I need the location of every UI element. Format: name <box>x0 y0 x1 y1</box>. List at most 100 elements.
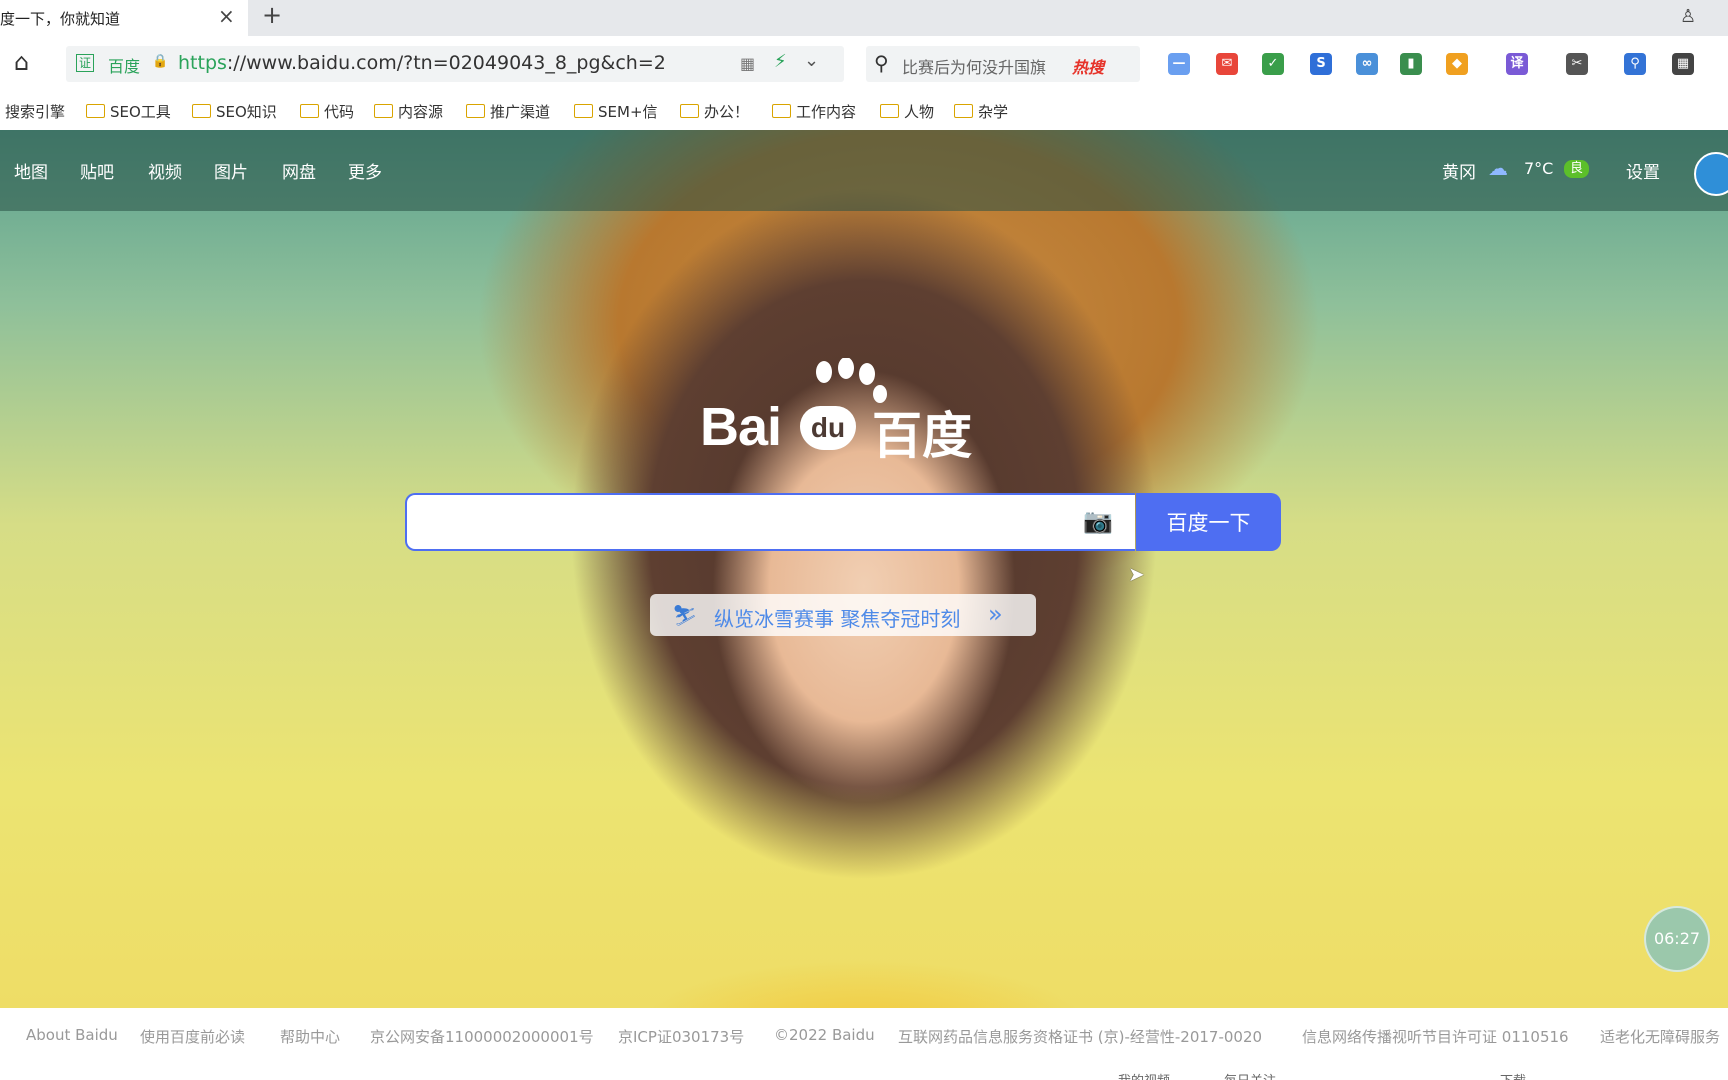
folder-icon <box>374 104 393 118</box>
bookmark-label: 工作内容 <box>796 103 857 121</box>
new-tab-button[interactable]: + <box>262 1 282 29</box>
avatar[interactable] <box>1694 152 1728 196</box>
folder-icon <box>86 104 105 118</box>
footer-link[interactable]: About Baidu <box>26 1026 118 1044</box>
cert-name: 百度 <box>108 57 141 76</box>
sogou-icon[interactable]: S <box>1310 53 1332 75</box>
promo-text: 纵览冰雪赛事 聚焦夺冠时刻 <box>714 607 961 631</box>
timer-badge[interactable]: 06:27 <box>1644 906 1710 972</box>
bookmark-label: SEO工具 <box>110 103 171 121</box>
cloud-icon: ☁ <box>1488 156 1508 180</box>
footer-link[interactable]: 使用百度前必读 <box>140 1026 245 1047</box>
link-icon[interactable]: ∞ <box>1356 53 1378 75</box>
nav-link[interactable]: 贴吧 <box>80 158 114 183</box>
status-item[interactable]: 每日关注 <box>1224 1070 1276 1080</box>
home-icon[interactable]: ⌂ <box>14 48 29 76</box>
message-icon[interactable]: ✉ <box>1216 53 1238 75</box>
logo-latin: Bai <box>700 397 782 457</box>
footer-link[interactable]: 适老化无障碍服务 <box>1600 1026 1720 1047</box>
nav-link[interactable]: 网盘 <box>282 158 316 183</box>
bookmark-label: 人物 <box>904 103 935 121</box>
bookmark-folder[interactable]: 代码 <box>300 101 354 122</box>
bookmark-folder[interactable]: 推广渠道 <box>466 101 550 122</box>
search-input[interactable] <box>405 493 1135 551</box>
bookmark-label: SEO知识 <box>216 103 277 121</box>
url-scheme: https <box>178 52 227 74</box>
folder-icon <box>300 104 319 118</box>
bookmark-label: 内容源 <box>398 103 444 121</box>
browser-tab[interactable]: 度一下，你就知道 × <box>0 0 248 36</box>
bookmark-label: 杂学 <box>978 103 1009 121</box>
logo-du: du <box>800 406 856 450</box>
bookmark-folder[interactable]: 内容源 <box>374 101 443 122</box>
chevron-right-icon: » <box>988 600 1003 628</box>
weather-city[interactable]: 黄冈 <box>1442 158 1476 183</box>
scissors-icon[interactable]: ✂ <box>1566 53 1588 75</box>
footer-link[interactable]: 帮助中心 <box>280 1026 340 1047</box>
tab-close-icon[interactable]: × <box>218 4 235 28</box>
footer-link[interactable]: 京公网安备11000002000001号 <box>370 1026 594 1047</box>
folder-icon <box>574 104 593 118</box>
bookmark-label: 代码 <box>324 103 355 121</box>
browser-toolbar: ⌂ 证 百度 🔒 https://www.baidu.com/?tn=02049… <box>0 36 1728 92</box>
status-item[interactable]: 我的视频 <box>1118 1070 1170 1080</box>
url-rest: ://www.baidu.com/?tn=02049043_8_pg&ch=2 <box>226 52 666 74</box>
translate-icon[interactable]: 译 <box>1506 53 1528 75</box>
settings-link[interactable]: 设置 <box>1626 158 1660 183</box>
folder-icon <box>192 104 211 118</box>
footer-link[interactable]: ©2022 Baidu <box>774 1026 875 1044</box>
baidu-logo: Bai du 百度 <box>700 358 1000 465</box>
url-text[interactable]: https://www.baidu.com/?tn=02049043_8_pg&… <box>178 52 666 74</box>
check-icon[interactable]: ✓ <box>1262 53 1284 75</box>
side-search-box[interactable]: ⚲ 比赛后为何没升国旗 热搜 <box>866 46 1140 82</box>
hot-search-badge: 热搜 <box>1072 58 1105 77</box>
top-nav: 地图 贴吧 视频 图片 网盘 更多 黄冈 ☁ 7°C 良 设置 <box>0 130 1728 211</box>
minus-icon[interactable]: — <box>1168 53 1190 75</box>
search-button[interactable]: 百度一下 <box>1136 493 1281 551</box>
bookmark-folder[interactable]: SEO工具 <box>86 101 171 122</box>
nav-link[interactable]: 图片 <box>214 158 248 183</box>
weather-temp: 7°C <box>1524 159 1554 178</box>
footer-link[interactable]: 信息网络传播视听节目许可证 0110516 <box>1302 1026 1569 1047</box>
shield-icon[interactable]: ◆ <box>1446 53 1468 75</box>
nav-link[interactable]: 更多 <box>348 158 382 183</box>
mouse-cursor-icon: ➤ <box>1128 562 1145 586</box>
bookmark-folder[interactable]: 人物 <box>880 101 934 122</box>
footer-link[interactable]: 京ICP证030173号 <box>618 1026 744 1047</box>
nav-link[interactable]: 地图 <box>14 158 48 183</box>
chart-icon[interactable]: ▮ <box>1400 53 1422 75</box>
folder-icon <box>772 104 791 118</box>
footer-link[interactable]: 互联网药品信息服务资格证书 (京)-经营性-2017-0020 <box>898 1026 1262 1047</box>
bookmark-folder[interactable]: SEM+信 <box>574 101 658 122</box>
aqi-badge: 良 <box>1564 160 1590 178</box>
bookmark-folder[interactable]: 杂学 <box>954 101 1008 122</box>
nav-link[interactable]: 视频 <box>148 158 182 183</box>
folder-icon <box>954 104 973 118</box>
cert-badge[interactable]: 证 <box>76 54 95 72</box>
address-bar[interactable]: 证 百度 🔒 https://www.baidu.com/?tn=0204904… <box>66 46 844 82</box>
hero-background: 地图 贴吧 视频 图片 网盘 更多 黄冈 ☁ 7°C 良 设置 Bai du 百度 📷 百… <box>0 130 1728 1008</box>
qr-code-icon[interactable]: ▦ <box>740 54 755 73</box>
skier-icon: ⛷ <box>672 603 698 627</box>
folder-icon <box>466 104 485 118</box>
search-form: 📷 百度一下 <box>405 493 1281 551</box>
folder-icon <box>880 104 899 118</box>
bolt-icon[interactable]: ⚡ <box>774 51 787 72</box>
chevron-down-icon[interactable]: ⌄ <box>804 50 819 71</box>
bookmark-label: 推广渠道 <box>490 103 551 121</box>
bookmark-folder[interactable]: SEO知识 <box>192 101 277 122</box>
search-icon[interactable]: ⚲ <box>874 51 889 75</box>
camera-icon[interactable]: 📷 <box>1083 507 1113 535</box>
bookmark-folder[interactable]: 办公！ <box>680 101 749 122</box>
lock-icon: 🔒 <box>152 54 169 69</box>
side-search-text: 比赛后为何没升国旗 <box>902 58 1047 77</box>
skin-icon[interactable]: ♙ <box>1680 6 1696 27</box>
grid-icon[interactable]: ▦ <box>1672 53 1694 75</box>
promo-banner[interactable]: ⛷ 纵览冰雪赛事 聚焦夺冠时刻 » <box>650 594 1036 636</box>
bookmark-folder[interactable]: 工作内容 <box>772 101 856 122</box>
bookmark-search-engines[interactable]: 搜索引擎 <box>5 101 68 122</box>
status-item[interactable]: 下载 <box>1500 1070 1526 1080</box>
bookmarks-bar: 搜索引擎 SEO工具 SEO知识 代码 内容源 推广渠道 SEM+信 办公！ 工作内容 人物 杂学 <box>0 92 1728 130</box>
magnifier-icon[interactable]: ⚲ <box>1624 53 1646 75</box>
status-bar: 我的视频 每日关注 下载 <box>0 1064 1728 1080</box>
